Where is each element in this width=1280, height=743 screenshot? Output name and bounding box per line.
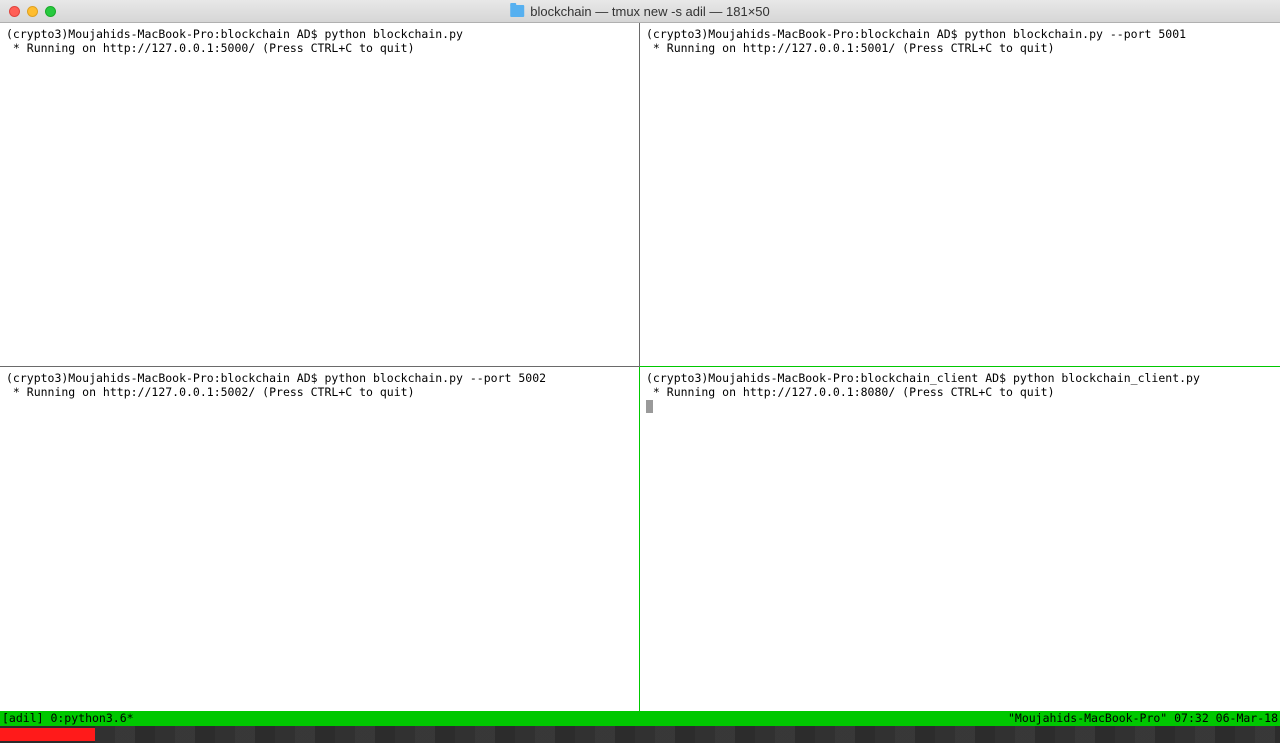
terminal-line: * Running on http://127.0.0.1:5000/ (Pre…: [6, 41, 415, 55]
status-left: [adil] 0:python3.6*: [2, 711, 134, 726]
pane-top-left[interactable]: (crypto3)Moujahids-MacBook-Pro:blockchai…: [0, 23, 640, 367]
cursor-icon: [646, 400, 653, 413]
traffic-lights: [0, 6, 56, 17]
terminal-window: blockchain — tmux new -s adil — 181×50 (…: [0, 0, 1280, 743]
tmux-panes: (crypto3)Moujahids-MacBook-Pro:blockchai…: [0, 23, 1280, 711]
zoom-icon[interactable]: [45, 6, 56, 17]
tmux-statusbar: [adil] 0:python3.6* "Moujahids-MacBook-P…: [0, 711, 1280, 726]
pane-bottom-right[interactable]: (crypto3)Moujahids-MacBook-Pro:blockchai…: [640, 367, 1280, 711]
terminal-line: (crypto3)Moujahids-MacBook-Pro:blockchai…: [6, 27, 463, 41]
window-title-text: blockchain — tmux new -s adil — 181×50: [530, 4, 770, 19]
touchbar-rest: [95, 726, 1280, 743]
battery-indicator: [0, 728, 95, 741]
terminal-line: (crypto3)Moujahids-MacBook-Pro:blockchai…: [6, 371, 546, 385]
terminal-line: * Running on http://127.0.0.1:5001/ (Pre…: [646, 41, 1055, 55]
terminal-line: (crypto3)Moujahids-MacBook-Pro:blockchai…: [646, 371, 1200, 385]
pane-bottom-left[interactable]: (crypto3)Moujahids-MacBook-Pro:blockchai…: [0, 367, 640, 711]
terminal-line: * Running on http://127.0.0.1:8080/ (Pre…: [646, 385, 1055, 399]
status-right: "Moujahids-MacBook-Pro" 07:32 06-Mar-18: [1008, 711, 1278, 726]
terminal-line: (crypto3)Moujahids-MacBook-Pro:blockchai…: [646, 27, 1186, 41]
terminal-line: * Running on http://127.0.0.1:5002/ (Pre…: [6, 385, 415, 399]
touchbar: [0, 726, 1280, 743]
pane-top-right[interactable]: (crypto3)Moujahids-MacBook-Pro:blockchai…: [640, 23, 1280, 367]
titlebar[interactable]: blockchain — tmux new -s adil — 181×50: [0, 0, 1280, 23]
close-icon[interactable]: [9, 6, 20, 17]
window-title: blockchain — tmux new -s adil — 181×50: [510, 4, 770, 19]
minimize-icon[interactable]: [27, 6, 38, 17]
folder-icon: [510, 5, 524, 17]
